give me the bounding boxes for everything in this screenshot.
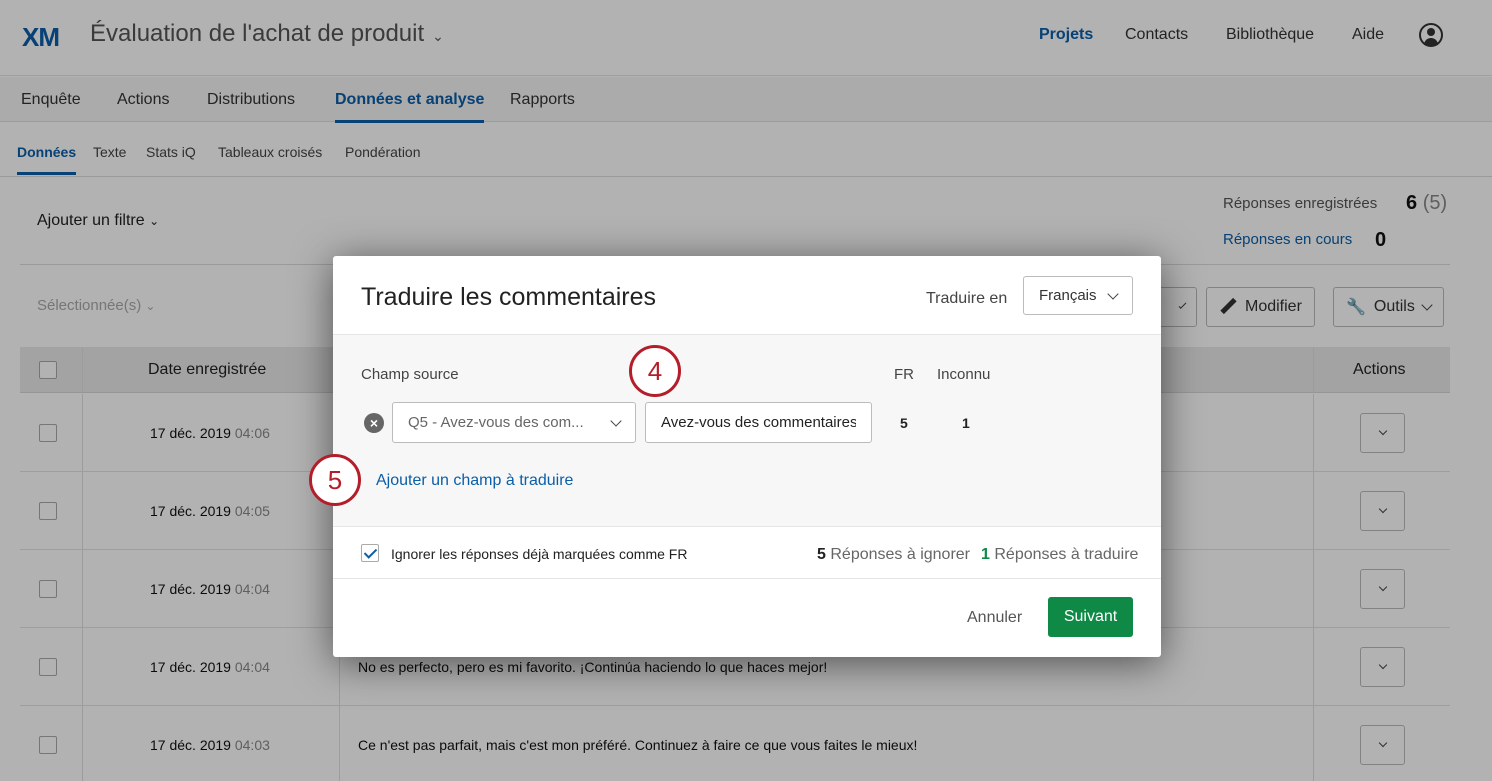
target-language-select[interactable]: Français — [1023, 276, 1133, 315]
chevron-down-icon — [1107, 287, 1119, 300]
ignore-summary: 5 Réponses à ignorer — [817, 546, 970, 564]
dialog-title: Traduire les commentaires — [361, 283, 657, 311]
source-field-label: Champ source — [361, 366, 459, 383]
source-field-value: Q5 - Avez-vous des com... — [408, 414, 584, 431]
chevron-down-icon — [610, 414, 622, 427]
translate-comments-dialog: Traduire les commentaires Traduire en Fr… — [333, 256, 1161, 657]
unknown-count: 1 — [962, 415, 970, 431]
translate-to-label: Traduire en — [926, 290, 1008, 307]
translate-count: 1 — [981, 546, 990, 563]
ignore-checkbox-label: Ignorer les réponses déjà marquées comme… — [391, 546, 688, 562]
unknown-column-label: Inconnu — [937, 366, 991, 383]
add-field-link[interactable]: Ajouter un champ à traduire — [376, 472, 573, 490]
fr-column-label: FR — [894, 366, 914, 383]
ignore-count: 5 — [817, 546, 826, 563]
step-callout-5: 5 — [309, 454, 361, 506]
field-name-input[interactable] — [645, 402, 872, 443]
ignore-checkbox[interactable] — [361, 544, 379, 562]
step-callout-4: 4 — [629, 345, 681, 397]
remove-field-icon[interactable]: × — [364, 413, 384, 433]
ignore-text: Réponses à ignorer — [830, 546, 970, 563]
fr-count: 5 — [900, 415, 908, 431]
next-button[interactable]: Suivant — [1048, 597, 1133, 637]
divider — [333, 578, 1161, 579]
target-language-value: Français — [1039, 287, 1097, 304]
source-fields-section: Champ source FR Inconnu × Q5 - Avez-vous… — [333, 334, 1161, 527]
source-field-select[interactable]: Q5 - Avez-vous des com... — [392, 402, 636, 443]
translate-summary: 1 Réponses à traduire — [981, 546, 1138, 564]
cancel-button[interactable]: Annuler — [967, 609, 1022, 627]
translate-text: Réponses à traduire — [994, 546, 1139, 563]
